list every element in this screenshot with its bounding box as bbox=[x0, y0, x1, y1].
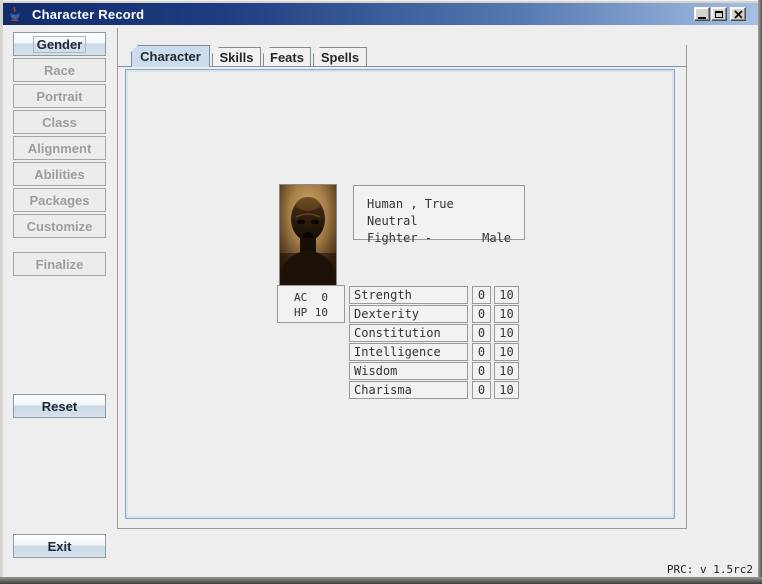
ac-label: AC bbox=[294, 290, 314, 305]
character-portrait bbox=[279, 184, 337, 286]
ability-name: Charisma bbox=[349, 381, 468, 399]
sidebar-button-race[interactable]: Race bbox=[13, 58, 106, 82]
sidebar-button-packages[interactable]: Packages bbox=[13, 188, 106, 212]
window-frame-left bbox=[0, 0, 3, 584]
summary-race-alignment: Human , True Neutral bbox=[367, 196, 511, 230]
window-frame-bottom bbox=[0, 577, 762, 584]
exit-button[interactable]: Exit bbox=[13, 534, 106, 558]
ability-name: Constitution bbox=[349, 324, 468, 342]
summary-class: Fighter - bbox=[367, 230, 432, 247]
summary-gender: Male bbox=[482, 230, 511, 247]
hp-label: HP bbox=[294, 305, 314, 320]
tab-skills[interactable]: Skills bbox=[212, 47, 261, 66]
sidebar-button-portrait[interactable]: Portrait bbox=[13, 84, 106, 108]
hp-value: 10 bbox=[314, 305, 328, 320]
tabpane-bottom-border bbox=[117, 528, 687, 529]
hp-row: HP 10 bbox=[278, 305, 344, 320]
window-frame-right bbox=[758, 0, 762, 584]
ability-score: 10 bbox=[494, 362, 519, 380]
ability-score: 10 bbox=[494, 324, 519, 342]
maximize-button[interactable] bbox=[711, 7, 727, 21]
sidebar-button-class[interactable]: Class bbox=[13, 110, 106, 134]
window-title: Character Record bbox=[32, 7, 144, 22]
ability-name: Intelligence bbox=[349, 343, 468, 361]
ability-modifier: 0 bbox=[472, 362, 491, 380]
left-panel-separator bbox=[117, 28, 118, 529]
ability-modifier: 0 bbox=[472, 324, 491, 342]
ability-modifier: 0 bbox=[472, 343, 491, 361]
ability-score: 10 bbox=[494, 381, 519, 399]
close-icon bbox=[734, 10, 743, 19]
sidebar-button-finalize[interactable]: Finalize bbox=[13, 252, 106, 276]
window-controls bbox=[694, 7, 746, 21]
tab-character[interactable]: Character bbox=[131, 45, 210, 67]
version-label: PRC: v 1.5rc2 bbox=[667, 563, 753, 576]
ability-score: 10 bbox=[494, 305, 519, 323]
sidebar-button-gender[interactable]: Gender bbox=[13, 32, 106, 56]
close-button[interactable] bbox=[730, 7, 746, 21]
tabpane-right-border bbox=[686, 45, 687, 529]
ability-modifier: 0 bbox=[472, 305, 491, 323]
ability-name: Strength bbox=[349, 286, 468, 304]
tab-spells[interactable]: Spells bbox=[313, 47, 367, 66]
sidebar-button-customize[interactable]: Customize bbox=[13, 214, 106, 238]
ability-modifier: 0 bbox=[472, 286, 491, 304]
sidebar-button-alignment[interactable]: Alignment bbox=[13, 136, 106, 160]
ac-value: 0 bbox=[314, 290, 328, 305]
maximize-icon bbox=[715, 11, 723, 18]
vitals-box: AC 0 HP 10 bbox=[277, 285, 345, 323]
tab-feats[interactable]: Feats bbox=[263, 47, 311, 66]
character-record-window: Character Record Gender Race Portrait Cl… bbox=[0, 0, 762, 584]
minimize-icon bbox=[698, 17, 706, 19]
ability-name: Dexterity bbox=[349, 305, 468, 323]
minimize-button[interactable] bbox=[694, 7, 710, 21]
sidebar-button-abilities[interactable]: Abilities bbox=[13, 162, 106, 186]
ability-score: 10 bbox=[494, 286, 519, 304]
ability-score: 10 bbox=[494, 343, 519, 361]
ability-modifier: 0 bbox=[472, 381, 491, 399]
summary-class-gender: Fighter - Male bbox=[367, 230, 511, 247]
titlebar[interactable]: Character Record bbox=[3, 3, 758, 25]
reset-button[interactable]: Reset bbox=[13, 394, 106, 418]
ac-row: AC 0 bbox=[278, 290, 344, 305]
sidebar-button-label: Gender bbox=[33, 36, 87, 53]
ability-name: Wisdom bbox=[349, 362, 468, 380]
character-summary-box: Human , True Neutral Fighter - Male bbox=[353, 185, 525, 240]
java-coffee-cup-icon bbox=[7, 6, 23, 22]
